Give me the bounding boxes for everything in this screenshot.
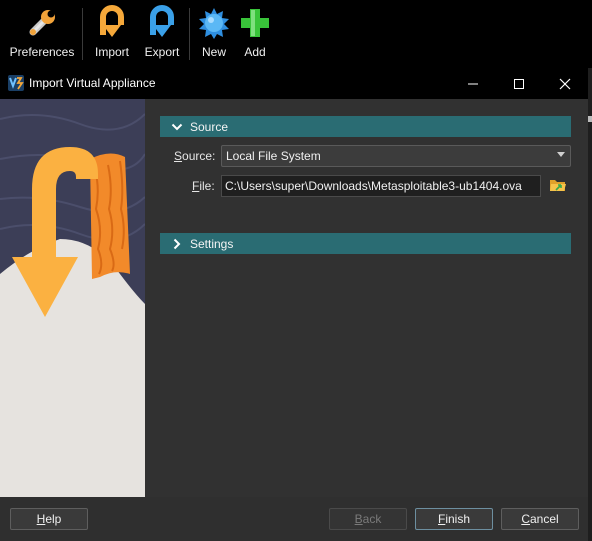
export-arrow-icon xyxy=(144,4,180,42)
dialog-titlebar[interactable]: Import Virtual Appliance xyxy=(0,68,588,99)
add-plus-icon xyxy=(237,4,273,42)
help-button[interactable]: Help xyxy=(10,508,88,530)
background-window-edge xyxy=(588,68,592,541)
import-arrow-icon xyxy=(94,4,130,42)
wizard-side-illustration xyxy=(0,99,145,497)
background-window-mark xyxy=(588,116,592,122)
maximize-button[interactable] xyxy=(496,68,542,99)
minimize-icon xyxy=(468,83,478,84)
wrench-icon xyxy=(24,4,60,42)
source-section-title: Source xyxy=(190,119,229,134)
source-field-label: Source: xyxy=(174,149,216,163)
export-label: Export xyxy=(144,45,180,59)
dialog-title: Import Virtual Appliance xyxy=(29,76,156,90)
new-button[interactable]: New xyxy=(196,4,232,66)
source-combobox-value: Local File System xyxy=(226,149,321,163)
import-button[interactable]: Import xyxy=(92,4,132,66)
virtualbox-window: Preferences Import Export New Add Import… xyxy=(0,0,592,541)
export-button[interactable]: Export xyxy=(142,4,182,66)
file-path-input[interactable]: C:\Users\super\Downloads\Metasploitable3… xyxy=(221,175,541,197)
chevron-down-icon xyxy=(170,120,184,134)
source-section-header[interactable]: Source xyxy=(160,116,571,137)
new-label: New xyxy=(201,45,226,59)
chevron-right-icon xyxy=(170,237,184,251)
maximize-icon xyxy=(514,78,524,89)
close-icon xyxy=(559,78,571,89)
add-label: Add xyxy=(244,45,266,59)
virtualbox-logo-icon xyxy=(8,75,24,91)
new-star-icon xyxy=(196,4,232,42)
close-button[interactable] xyxy=(542,68,588,99)
settings-section-header[interactable]: Settings xyxy=(160,233,571,254)
back-button[interactable]: Back xyxy=(329,508,407,530)
preferences-button[interactable]: Preferences xyxy=(10,4,74,66)
dropdown-arrow-icon xyxy=(557,152,565,157)
minimize-button[interactable] xyxy=(450,68,496,99)
add-button[interactable]: Add xyxy=(238,4,272,66)
toolbar-separator xyxy=(189,8,190,60)
wizard-button-bar: Help Back Finish Cancel xyxy=(0,497,588,541)
file-path-value: C:\Users\super\Downloads\Metasploitable3… xyxy=(225,179,522,193)
cancel-button[interactable]: Cancel xyxy=(501,508,579,530)
preferences-label: Preferences xyxy=(9,45,75,59)
manager-toolbar: Preferences Import Export New Add xyxy=(0,0,592,68)
wizard-content: Source Source: Local File System File: C… xyxy=(145,99,588,497)
file-field-label: File: xyxy=(192,179,215,193)
source-combobox[interactable]: Local File System xyxy=(221,145,571,167)
import-illustration-icon xyxy=(0,99,145,497)
toolbar-separator xyxy=(82,8,83,60)
settings-section-title: Settings xyxy=(190,236,234,251)
open-folder-icon[interactable] xyxy=(549,176,567,194)
import-label: Import xyxy=(94,45,129,59)
finish-button[interactable]: Finish xyxy=(415,508,493,530)
